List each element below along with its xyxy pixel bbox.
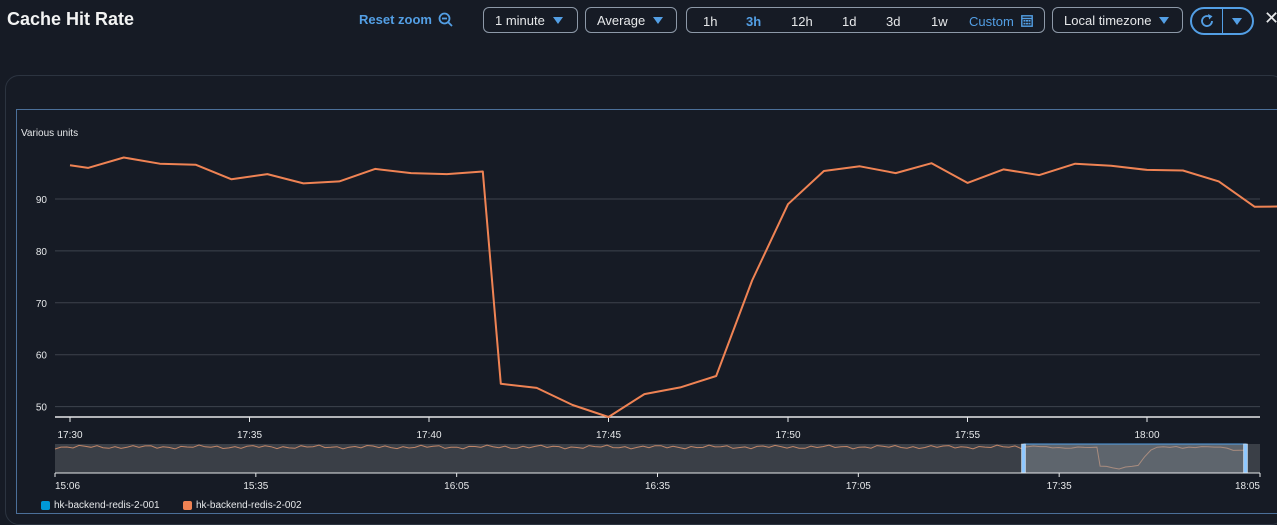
y-tick-label: 70 bbox=[36, 299, 48, 310]
x-tick-label: 17:45 bbox=[596, 430, 621, 441]
overview-tick-label: 18:05 bbox=[1235, 481, 1260, 492]
overview-tick-label: 17:05 bbox=[846, 481, 871, 492]
legend-swatch bbox=[41, 501, 50, 510]
line-chart[interactable]: 90 80 70 60 50 17:30 17:35 17:40 17:45 17:50 17:5… bbox=[0, 0, 1277, 521]
legend-swatch bbox=[183, 501, 192, 510]
overview-tick-label: 16:05 bbox=[444, 481, 469, 492]
legend-item-series-2[interactable]: hk-backend-redis-2-002 bbox=[183, 500, 302, 511]
overview-tick-label: 15:35 bbox=[243, 481, 268, 492]
legend-label: hk-backend-redis-2-002 bbox=[196, 500, 302, 511]
y-tick-label: 50 bbox=[36, 403, 48, 414]
overview-selection[interactable] bbox=[1023, 443, 1247, 474]
series-line-hk-backend-redis-2-002 bbox=[69, 156, 1277, 418]
x-tick-label: 17:40 bbox=[416, 430, 441, 441]
y-tick-label: 90 bbox=[36, 195, 48, 206]
overview-tick-label: 17:35 bbox=[1047, 481, 1072, 492]
x-tick-label: 17:50 bbox=[775, 430, 800, 441]
overview-navigator[interactable] bbox=[54, 443, 1260, 474]
y-tick-label: 80 bbox=[36, 247, 48, 258]
overview-tick-label: 16:35 bbox=[645, 481, 670, 492]
x-tick-label: 17:30 bbox=[57, 430, 82, 441]
y-tick-label: 60 bbox=[36, 351, 48, 362]
overview-right-handle[interactable] bbox=[1243, 443, 1248, 474]
x-tick-label: 18:00 bbox=[1134, 430, 1159, 441]
overview-left-handle[interactable] bbox=[1021, 443, 1026, 474]
overview-tick-label: 15:06 bbox=[55, 481, 80, 492]
legend-item-series-1[interactable]: hk-backend-redis-2-001 bbox=[41, 500, 160, 511]
legend-label: hk-backend-redis-2-001 bbox=[54, 500, 160, 511]
x-tick-label: 17:35 bbox=[237, 430, 262, 441]
x-tick-label: 17:55 bbox=[955, 430, 980, 441]
